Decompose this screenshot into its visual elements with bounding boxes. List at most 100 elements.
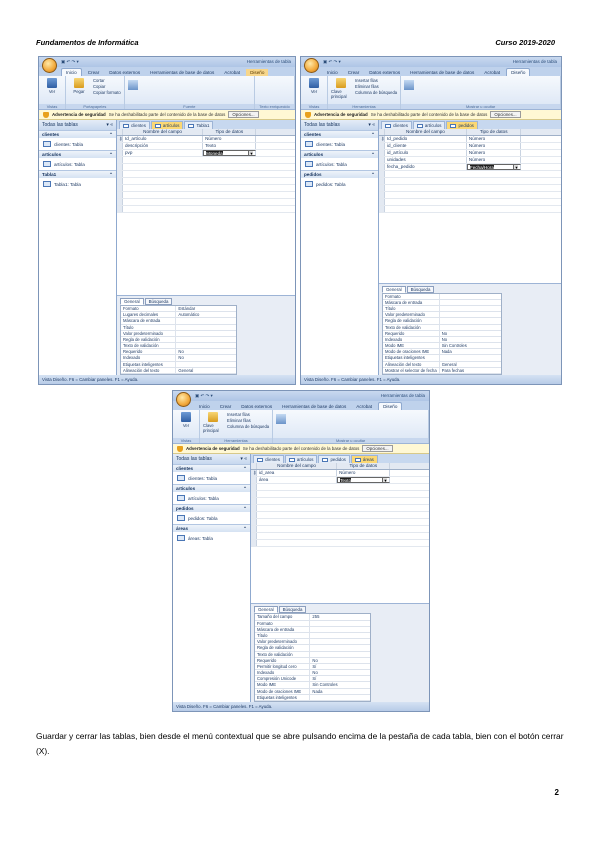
- empty-row[interactable]: [251, 519, 429, 526]
- document-tab[interactable]: clientes: [119, 121, 150, 129]
- document-tab[interactable]: pedidos: [446, 121, 478, 129]
- nav-group[interactable]: Tabla1 ⌃: [39, 170, 116, 178]
- options-button[interactable]: Opciones...: [490, 111, 521, 118]
- collapse-icon[interactable]: ⌃: [109, 172, 113, 177]
- property-value[interactable]: [176, 325, 236, 330]
- nav-group[interactable]: clientes ⌃: [173, 464, 250, 472]
- field-row[interactable]: ⚷ Id_artículo Número: [117, 136, 295, 143]
- document-tab[interactable]: Tabla1: [184, 121, 214, 129]
- ribbon-small-button[interactable]: Copiar formato: [93, 90, 121, 96]
- property-value[interactable]: Estándar: [176, 306, 236, 311]
- field-name[interactable]: fecha_pedido: [385, 164, 467, 170]
- nav-group[interactable]: clientes ⌃: [39, 130, 116, 138]
- empty-row[interactable]: [251, 491, 429, 498]
- property-value[interactable]: [440, 300, 501, 305]
- ribbon-tab[interactable]: Inicio: [323, 69, 342, 76]
- property-value[interactable]: [176, 331, 236, 336]
- property-row[interactable]: Mostrar el selector de fecha Para fechas: [383, 367, 502, 374]
- field-name[interactable]: id_cliente: [385, 143, 467, 149]
- ribbon-tab[interactable]: Acrobat: [480, 69, 504, 76]
- nav-header[interactable]: Todas las tablas ▾ «: [301, 120, 378, 130]
- property-value[interactable]: 255: [310, 614, 370, 619]
- properties-tab[interactable]: Búsqueda: [144, 297, 173, 305]
- field-row[interactable]: pvp Moneda ▼: [117, 150, 295, 157]
- document-tab[interactable]: artículos: [284, 455, 318, 463]
- property-value[interactable]: No: [176, 349, 236, 354]
- property-value[interactable]: [176, 343, 236, 348]
- field-type[interactable]: Moneda ▼: [203, 150, 257, 156]
- ribbon-tab[interactable]: Acrobat: [220, 69, 244, 76]
- document-tab[interactable]: pedidos: [318, 455, 350, 463]
- field-type[interactable]: Fecha/Hora ▼: [466, 164, 522, 170]
- empty-row[interactable]: [379, 185, 561, 192]
- primary-button[interactable]: Clave principal: [203, 412, 223, 441]
- nav-item[interactable]: clientes: Tabla: [301, 138, 378, 150]
- property-value[interactable]: Automático: [176, 312, 236, 317]
- field-row[interactable]: id_artículo Número: [379, 150, 561, 157]
- field-name[interactable]: Id_artículo: [123, 136, 204, 142]
- document-tab[interactable]: clientes: [381, 121, 412, 129]
- ribbon-small-button[interactable]: Columna de búsqueda: [227, 424, 269, 430]
- collapse-icon[interactable]: ⌃: [371, 152, 375, 157]
- empty-row[interactable]: [117, 171, 295, 178]
- empty-row[interactable]: [117, 164, 295, 171]
- document-tab[interactable]: clientes: [253, 455, 284, 463]
- collapse-icon[interactable]: ⌃: [243, 466, 247, 471]
- primary-button[interactable]: Pegar: [69, 78, 89, 107]
- field-row[interactable]: descripción Texto: [117, 143, 295, 150]
- empty-row[interactable]: [251, 540, 429, 547]
- ribbon-small-button[interactable]: Columna de búsqueda: [355, 90, 397, 96]
- ribbon-tab[interactable]: Herramientas de base de datos: [278, 403, 350, 410]
- empty-row[interactable]: [117, 185, 295, 192]
- property-value[interactable]: Sí: [310, 664, 370, 669]
- field-name[interactable]: pvp: [123, 150, 204, 156]
- field-name[interactable]: área: [257, 477, 338, 483]
- document-tab[interactable]: áreas: [350, 455, 378, 463]
- field-name[interactable]: id_area: [257, 470, 338, 476]
- field-type[interactable]: Texto ▼: [337, 477, 391, 483]
- chevron-down-icon[interactable]: ▼: [382, 478, 388, 482]
- property-value[interactable]: [440, 294, 501, 299]
- property-value[interactable]: [440, 312, 501, 317]
- property-value[interactable]: No: [310, 658, 370, 663]
- empty-row[interactable]: [379, 178, 561, 185]
- field-row[interactable]: unidades Número: [379, 157, 561, 164]
- chevron-down-icon[interactable]: ▼: [513, 165, 519, 169]
- quick-access-toolbar[interactable]: ▣ ↶ ↷ ▾: [323, 59, 341, 65]
- property-value[interactable]: [176, 337, 236, 342]
- quick-access-toolbar[interactable]: ▣ ↶ ↷ ▾: [195, 393, 213, 399]
- field-type[interactable]: Número: [203, 136, 257, 142]
- document-tab[interactable]: artículos: [412, 121, 446, 129]
- empty-row[interactable]: [251, 498, 429, 505]
- empty-row[interactable]: [117, 192, 295, 199]
- property-value[interactable]: [440, 318, 501, 323]
- chevron-down-icon[interactable]: ▾ «: [240, 456, 247, 462]
- field-row[interactable]: ⚷ Id_pedido Número: [379, 136, 561, 143]
- empty-row[interactable]: [251, 526, 429, 533]
- nav-item[interactable]: artículos: Tabla: [173, 492, 250, 504]
- office-button-icon[interactable]: [42, 58, 57, 73]
- properties-tab[interactable]: General: [254, 606, 278, 614]
- nav-item[interactable]: clientes: Tabla: [173, 472, 250, 484]
- collapse-icon[interactable]: ⌃: [243, 526, 247, 531]
- property-value[interactable]: [310, 645, 370, 650]
- property-row[interactable]: Etiquetas inteligentes: [255, 694, 371, 701]
- property-value[interactable]: Sin Controles: [310, 682, 370, 687]
- nav-item[interactable]: Tabla1: Tabla: [39, 178, 116, 190]
- collapse-icon[interactable]: ⌃: [371, 172, 375, 177]
- property-value[interactable]: No: [440, 337, 501, 342]
- field-type[interactable]: Número: [467, 143, 522, 149]
- field-row[interactable]: id_cliente Número: [379, 143, 561, 150]
- properties-tab[interactable]: General: [382, 285, 406, 293]
- ribbon-tab[interactable]: Datos externos: [105, 69, 144, 76]
- view-button[interactable]: Ver: [176, 412, 196, 441]
- property-value[interactable]: Nada: [440, 349, 501, 354]
- field-name[interactable]: Id_pedido: [385, 136, 467, 142]
- nav-group[interactable]: artículos ⌃: [173, 484, 250, 492]
- empty-row[interactable]: [117, 178, 295, 185]
- field-name[interactable]: unidades: [385, 157, 467, 163]
- property-value[interactable]: Para fechas: [440, 368, 501, 373]
- collapse-icon[interactable]: ⌃: [109, 132, 113, 137]
- ribbon-tab[interactable]: Herramientas de base de datos: [406, 69, 478, 76]
- nav-group[interactable]: artículos ⌃: [39, 150, 116, 158]
